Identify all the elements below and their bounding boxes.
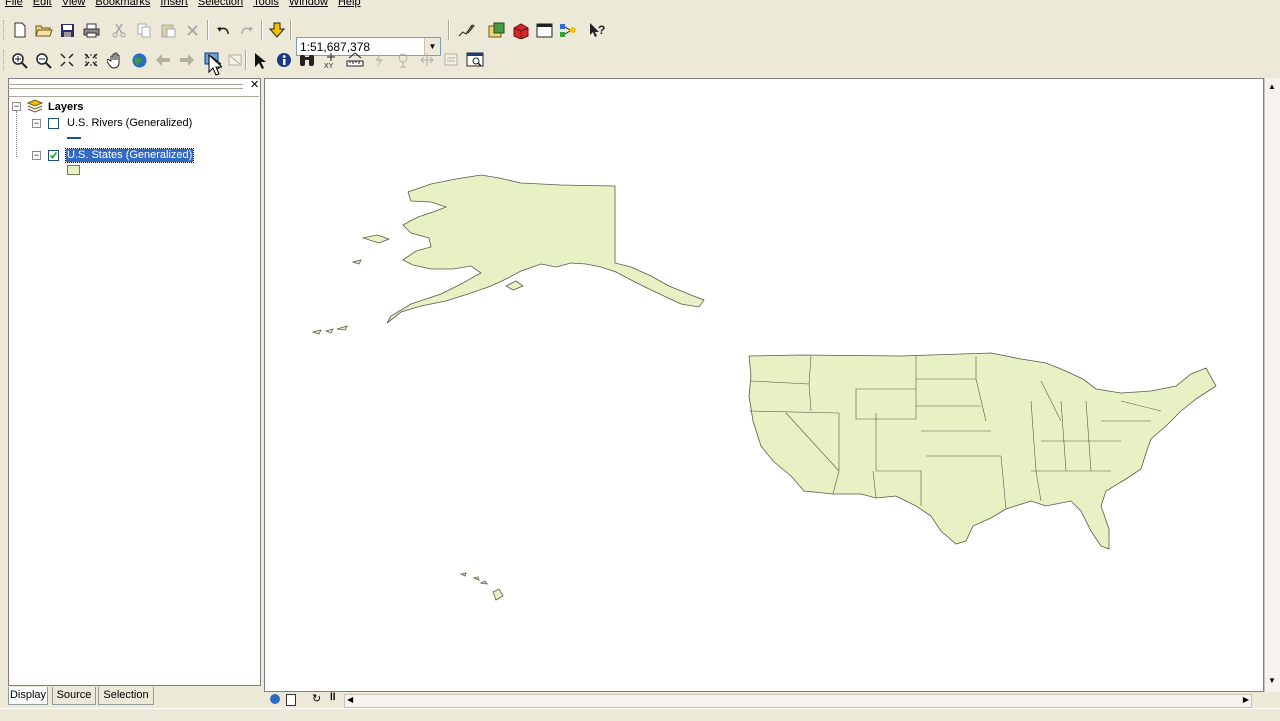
zoom-out-icon[interactable] [34,51,52,69]
menu-edit[interactable]: Edit [28,0,57,10]
close-icon[interactable]: ✕ [250,80,259,91]
arccatalog-icon[interactable] [487,21,505,39]
menu-bar: File Edit View Bookmarks Insert Selectio… [0,0,1280,10]
command-line-icon[interactable] [535,21,553,39]
copy-icon[interactable] [135,21,153,39]
add-data-icon[interactable] [268,21,286,39]
fixed-zoom-in-icon[interactable] [58,51,76,69]
pan-icon[interactable] [106,51,124,69]
collapse-icon[interactable]: − [32,151,41,160]
delete-icon[interactable] [183,21,201,39]
toolbar-separator [261,20,263,40]
scroll-up-icon[interactable]: ▲ [1268,82,1276,91]
hawaii-polygon [492,588,504,601]
identify-icon[interactable] [275,51,293,69]
pause-drawing-icon[interactable]: ll [330,692,336,703]
whats-this-icon[interactable]: ? [588,21,606,39]
time-slider-icon[interactable] [442,51,460,69]
create-viewer-window-icon[interactable] [466,51,484,69]
collapse-icon[interactable]: − [32,119,41,128]
layer-visibility-checkbox[interactable] [48,150,59,161]
menu-window[interactable]: Window [284,0,333,10]
map-view[interactable] [264,78,1264,692]
svg-text:?: ? [598,23,605,37]
map-bottom-bar: ↻ ll ◀ ▶ [264,692,1264,708]
toc-title-grip[interactable] [8,84,243,89]
scroll-down-icon[interactable]: ▼ [1268,676,1276,685]
states-legend-symbol[interactable] [67,165,80,175]
map-horizontal-scrollbar[interactable]: ◀ ▶ [344,694,1252,708]
menu-insert[interactable]: Insert [155,0,193,10]
scroll-right-icon[interactable]: ▶ [1243,695,1249,704]
swipe-icon[interactable] [418,51,436,69]
tab-selection[interactable]: Selection [98,687,154,705]
toolbar-grip[interactable] [3,20,7,40]
new-document-icon[interactable] [11,21,29,39]
paste-icon[interactable] [159,21,177,39]
html-popup-icon[interactable] [394,51,412,69]
menu-help[interactable]: Help [333,0,366,10]
menu-view[interactable]: View [57,0,91,10]
forward-extent-icon[interactable] [178,51,196,69]
hyperlink-icon[interactable] [370,51,388,69]
rivers-legend-symbol[interactable] [67,137,81,139]
svg-text:XY: XY [324,63,334,69]
arctoolbox-icon[interactable] [511,21,529,39]
toc-tree: − Layers − U.S. Rivers (Generalized) − U… [9,96,259,685]
drawing-toolbar-strip [0,708,1280,721]
menu-file[interactable]: File [0,0,28,10]
layer-name-rivers[interactable]: U.S. Rivers (Generalized) [67,117,192,130]
menu-bookmarks[interactable]: Bookmarks [90,0,155,10]
collapse-icon[interactable]: − [12,102,21,111]
cut-icon[interactable] [110,21,128,39]
layer-visibility-checkbox[interactable] [48,118,59,129]
tab-display[interactable]: Display [8,687,48,705]
save-icon[interactable] [58,21,76,39]
undo-icon[interactable] [214,21,232,39]
tools-toolbar: XY [0,46,1280,131]
back-extent-icon[interactable] [154,51,172,69]
map-vertical-scrollbar[interactable]: ▲ ▼ [1264,78,1280,692]
layer-name-states[interactable]: U.S. States (Generalized) [64,148,195,163]
menu-tools[interactable]: Tools [248,0,284,10]
tab-source[interactable]: Source [52,687,96,705]
open-folder-icon[interactable] [35,21,53,39]
measure-icon[interactable] [346,51,364,69]
map-canvas[interactable] [265,79,1264,692]
toolbar-grip[interactable] [3,50,7,70]
full-extent-icon[interactable] [130,51,148,69]
alaska-polygon [386,174,705,324]
find-icon[interactable] [298,51,316,69]
mouse-pointer-icon [206,54,224,76]
tree-connector [16,111,17,157]
toolbar-separator [290,20,292,40]
toolbar-separator [207,20,209,40]
standard-toolbar: 1:51,687,378 ▼ ? [0,16,1280,56]
redo-icon[interactable] [238,21,256,39]
contiguous-us-polygon [748,352,1217,550]
data-view-icon[interactable] [270,694,280,704]
scroll-left-icon[interactable]: ◀ [347,695,353,704]
refresh-icon[interactable]: ↻ [312,692,321,705]
print-icon[interactable] [82,21,100,39]
layout-view-icon[interactable] [286,694,296,706]
layers-icon [26,99,44,116]
toolbar-separator [448,20,450,40]
select-elements-icon[interactable] [251,51,269,69]
clear-selection-icon[interactable] [226,51,244,69]
fixed-zoom-out-icon[interactable] [82,51,100,69]
menu-selection[interactable]: Selection [193,0,248,10]
toc-root-label[interactable]: Layers [48,101,83,114]
toolbar-separator [245,50,247,70]
go-to-xy-icon[interactable]: XY [322,51,340,69]
zoom-in-icon[interactable] [10,51,28,69]
modelbuilder-icon[interactable] [559,21,577,39]
editor-toolbar-icon[interactable] [457,21,475,39]
